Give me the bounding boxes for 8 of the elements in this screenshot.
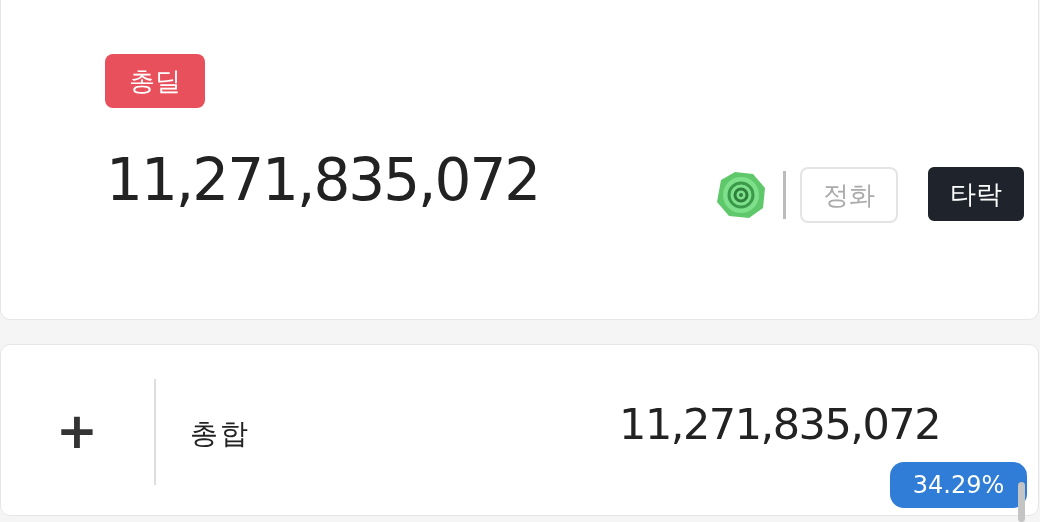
expand-button[interactable]: + <box>51 405 103 457</box>
mode-toggle[interactable]: 타락 <box>928 167 1024 221</box>
badge: 총딜 <box>105 54 205 108</box>
percent-badge: 34.29% <box>890 462 1027 508</box>
total-damage: 11,271,835,072 <box>106 151 540 209</box>
total-label: 총합 <box>190 416 250 452</box>
total-value: 11,271,835,072 <box>619 403 940 446</box>
scrollbar[interactable] <box>1018 482 1025 522</box>
